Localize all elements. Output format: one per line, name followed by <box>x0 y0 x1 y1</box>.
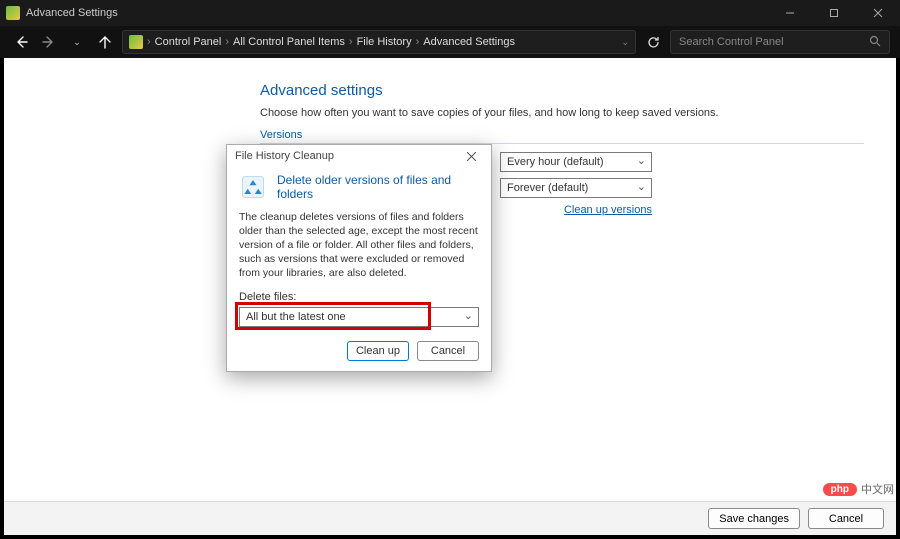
forward-button[interactable] <box>38 31 60 53</box>
watermark-pill: php <box>823 483 857 496</box>
recent-dropdown[interactable]: ⌄ <box>66 31 88 53</box>
breadcrumb-item[interactable]: Control Panel <box>155 36 222 48</box>
chevron-right-icon: › <box>225 36 229 48</box>
page-heading: Advanced settings <box>260 82 864 99</box>
watermark: php 中文网 <box>823 481 894 497</box>
chevron-right-icon: › <box>416 36 420 48</box>
dialog-title: File History Cleanup <box>235 150 334 162</box>
breadcrumb-item[interactable]: All Control Panel Items <box>233 36 345 48</box>
page-subtitle: Choose how often you want to save copies… <box>260 107 864 119</box>
delete-files-label: Delete files: <box>239 291 479 303</box>
save-copies-select[interactable]: Every hour (default) <box>500 152 652 172</box>
refresh-button[interactable] <box>642 31 664 53</box>
back-button[interactable] <box>10 31 32 53</box>
app-icon <box>6 6 20 20</box>
watermark-text: 中文网 <box>861 481 894 497</box>
window-titlebar: Advanced Settings <box>0 0 900 26</box>
dialog-cancel-button[interactable]: Cancel <box>417 341 479 361</box>
chevron-right-icon: › <box>349 36 353 48</box>
section-versions: Versions <box>260 129 864 144</box>
save-changes-button[interactable]: Save changes <box>708 508 800 529</box>
search-box[interactable]: Search Control Panel <box>670 30 890 54</box>
delete-files-select[interactable]: All but the latest one <box>239 307 479 327</box>
recycle-bin-icon <box>239 173 267 201</box>
cancel-button[interactable]: Cancel <box>808 508 884 529</box>
dialog-heading: Delete older versions of files and folde… <box>277 173 479 202</box>
dialog-close-button[interactable] <box>459 147 483 165</box>
minimize-button[interactable] <box>768 0 812 26</box>
footer-bar: Save changes Cancel <box>4 501 896 535</box>
cleanup-button[interactable]: Clean up <box>347 341 409 361</box>
maximize-button[interactable] <box>812 0 856 26</box>
search-placeholder: Search Control Panel <box>679 36 784 48</box>
search-icon <box>869 35 881 50</box>
breadcrumb-item[interactable]: Advanced Settings <box>423 36 515 48</box>
address-dropdown[interactable]: ⌄ <box>621 37 629 48</box>
dialog-titlebar: File History Cleanup <box>227 145 491 167</box>
keep-versions-value: Forever (default) <box>507 182 588 194</box>
close-button[interactable] <box>856 0 900 26</box>
file-history-cleanup-dialog: File History Cleanup Delete older versio… <box>226 144 492 372</box>
keep-versions-select[interactable]: Forever (default) <box>500 178 652 198</box>
location-icon <box>129 35 143 49</box>
window-controls <box>768 0 900 26</box>
delete-files-value: All but the latest one <box>246 311 346 323</box>
dialog-body-text: The cleanup deletes versions of files an… <box>239 210 479 281</box>
address-bar[interactable]: › Control Panel › All Control Panel Item… <box>122 30 636 54</box>
window-title: Advanced Settings <box>26 7 118 19</box>
breadcrumb-item[interactable]: File History <box>357 36 412 48</box>
save-copies-value: Every hour (default) <box>507 156 604 168</box>
cleanup-versions-link[interactable]: Clean up versions <box>564 204 652 216</box>
navigation-bar: ⌄ › Control Panel › All Control Panel It… <box>0 26 900 58</box>
up-button[interactable] <box>94 31 116 53</box>
chevron-right-icon: › <box>147 36 151 48</box>
